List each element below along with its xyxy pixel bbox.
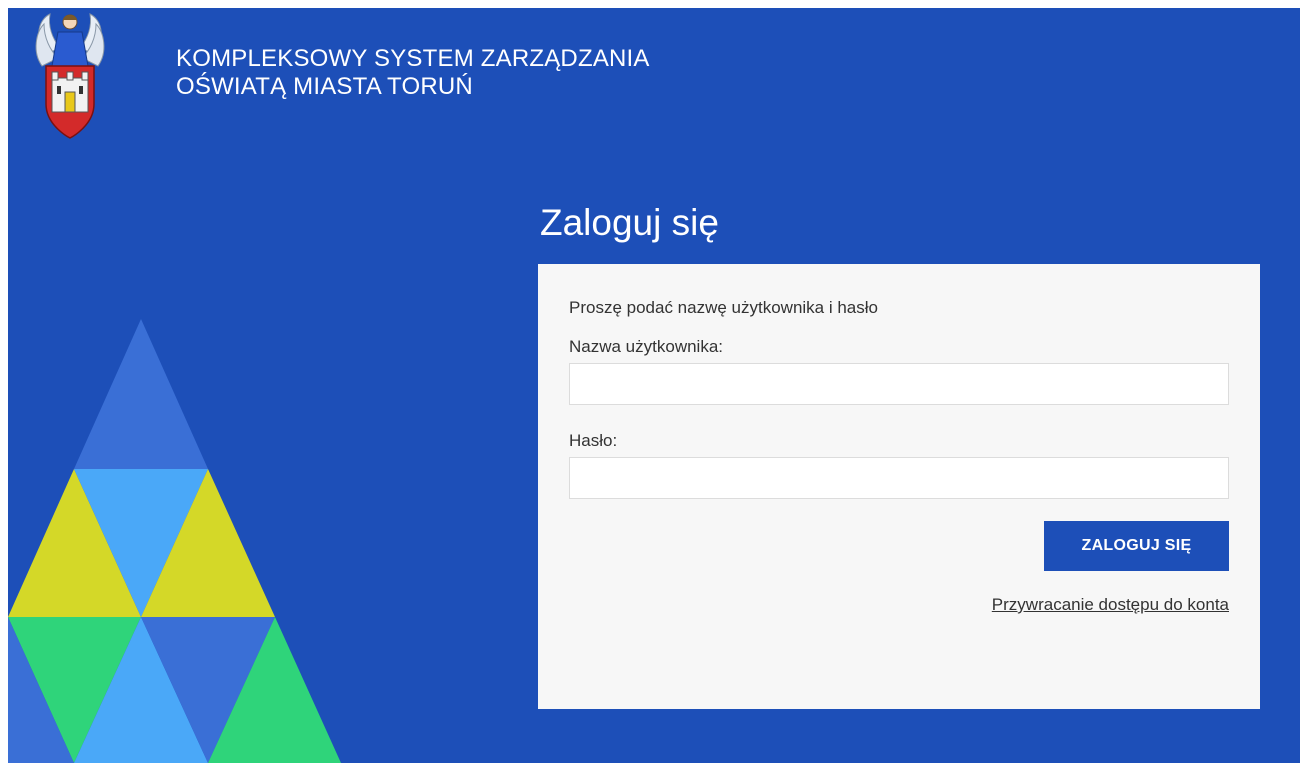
site-title: KOMPLEKSOWY SYSTEM ZARZĄDZANIA OŚWIATĄ M… bbox=[176, 45, 650, 101]
password-input[interactable] bbox=[569, 457, 1229, 499]
login-page: KOMPLEKSOWY SYSTEM ZARZĄDZANIA OŚWIATĄ M… bbox=[8, 8, 1300, 763]
torun-coat-of-arms-icon bbox=[35, 13, 105, 139]
username-label: Nazwa użytkownika: bbox=[569, 337, 724, 356]
login-button[interactable]: ZALOGUJ SIĘ bbox=[1044, 521, 1229, 571]
login-heading: Zaloguj się bbox=[540, 202, 719, 243]
site-title-line-1: KOMPLEKSOWY SYSTEM ZARZĄDZANIA bbox=[176, 45, 650, 72]
username-input[interactable] bbox=[569, 363, 1229, 405]
login-prompt: Proszę podać nazwę użytkownika i hasło bbox=[569, 298, 878, 317]
login-form: Proszę podać nazwę użytkownika i hasło N… bbox=[538, 264, 1260, 709]
form-actions: ZALOGUJ SIĘ Przywracanie dostępu do kont… bbox=[569, 521, 1229, 615]
recover-account-link[interactable]: Przywracanie dostępu do konta bbox=[992, 595, 1229, 615]
site-header: KOMPLEKSOWY SYSTEM ZARZĄDZANIA OŚWIATĄ M… bbox=[32, 8, 650, 148]
triangle-top bbox=[74, 319, 208, 469]
site-title-line-2: OŚWIATĄ MIASTA TORUŃ bbox=[176, 73, 473, 100]
password-label: Hasło: bbox=[569, 431, 618, 450]
